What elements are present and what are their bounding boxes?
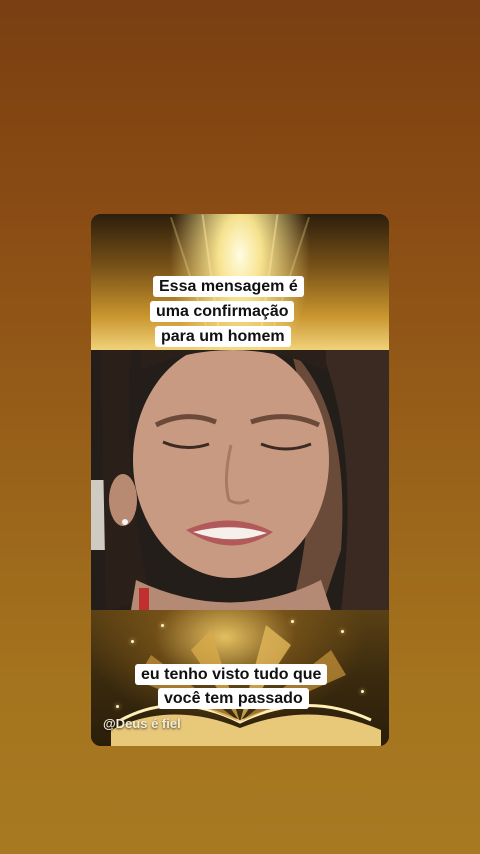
sparkle <box>116 705 119 708</box>
caption-top-line-2: uma confirmação <box>150 301 295 322</box>
sparkle <box>161 624 164 627</box>
sparkle <box>341 630 344 633</box>
story-card[interactable]: Essa mensagem é uma confirmação para um … <box>91 214 389 746</box>
sparkle <box>291 620 294 623</box>
caption-top-line-3: para um homem <box>155 326 291 347</box>
sparkle <box>131 640 134 643</box>
caption-bottom-line-2: você tem passado <box>158 688 309 709</box>
caption-bottom-line-1: eu tenho visto tudo que <box>135 664 328 685</box>
person-video-frame[interactable] <box>91 350 389 610</box>
caption-top-line-1: Essa mensagem é <box>153 276 304 297</box>
person-illustration <box>91 350 389 610</box>
watermark: @Deus é fiel <box>103 716 181 731</box>
sparkle <box>361 690 364 693</box>
